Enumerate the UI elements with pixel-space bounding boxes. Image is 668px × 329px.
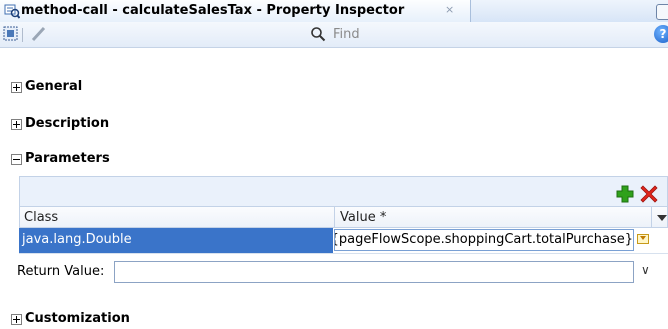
toolbar-separator: [22, 28, 23, 42]
column-divider[interactable]: [334, 207, 335, 228]
find-input[interactable]: [333, 25, 653, 43]
dropdown-icon[interactable]: ∨: [641, 263, 650, 277]
minimize-window-button[interactable]: [656, 4, 668, 20]
return-value-label: Return Value:: [17, 264, 105, 279]
section-label: General: [25, 79, 83, 94]
column-header-class[interactable]: Class: [24, 210, 58, 225]
title-bar: method-call - calculateSalesTax - Proper…: [0, 0, 668, 23]
property-inspector-icon: [4, 4, 20, 19]
collapse-icon[interactable]: [11, 154, 22, 165]
window-title: method-call - calculateSalesTax - Proper…: [21, 3, 405, 18]
return-value-row: Return Value: ∨: [0, 255, 668, 292]
add-icon[interactable]: [616, 185, 634, 203]
window-tab[interactable]: method-call - calculateSalesTax - Proper…: [0, 0, 471, 22]
toolbar: ?: [0, 22, 668, 48]
expression-builder-icon[interactable]: [637, 234, 649, 244]
section-label: Customization: [25, 311, 130, 326]
class-cell[interactable]: java.lang.Double: [19, 228, 333, 253]
delete-icon[interactable]: [640, 185, 658, 203]
value-cell-editor[interactable]: #{pageFlowScope.shoppingCart.totalPurcha…: [334, 229, 634, 251]
help-icon[interactable]: ?: [654, 25, 668, 43]
binding-icon[interactable]: [3, 26, 19, 42]
return-value-field[interactable]: [114, 261, 634, 283]
edit-icon[interactable]: [30, 26, 46, 42]
table-row[interactable]: java.lang.Double #{pageFlowScope.shoppin…: [19, 228, 668, 254]
section-label: Parameters: [25, 151, 110, 166]
column-menu-icon[interactable]: [657, 215, 667, 221]
search-icon: [311, 27, 326, 42]
column-header-value[interactable]: Value *: [340, 210, 386, 225]
value-text: #{pageFlowScope.shoppingCart.totalPurcha…: [334, 232, 633, 247]
column-divider[interactable]: [651, 207, 652, 228]
close-tab-icon[interactable]: ×: [445, 3, 454, 16]
parameters-table-header: Class Value *: [19, 206, 668, 228]
parameters-toolbar: [19, 176, 668, 206]
section-label: Description: [25, 116, 110, 131]
parameters-panel: Class Value * java.lang.Double #{pageFlo…: [17, 176, 668, 292]
expand-icon[interactable]: [11, 82, 22, 93]
expand-icon[interactable]: [11, 119, 22, 130]
expand-icon[interactable]: [11, 314, 22, 325]
